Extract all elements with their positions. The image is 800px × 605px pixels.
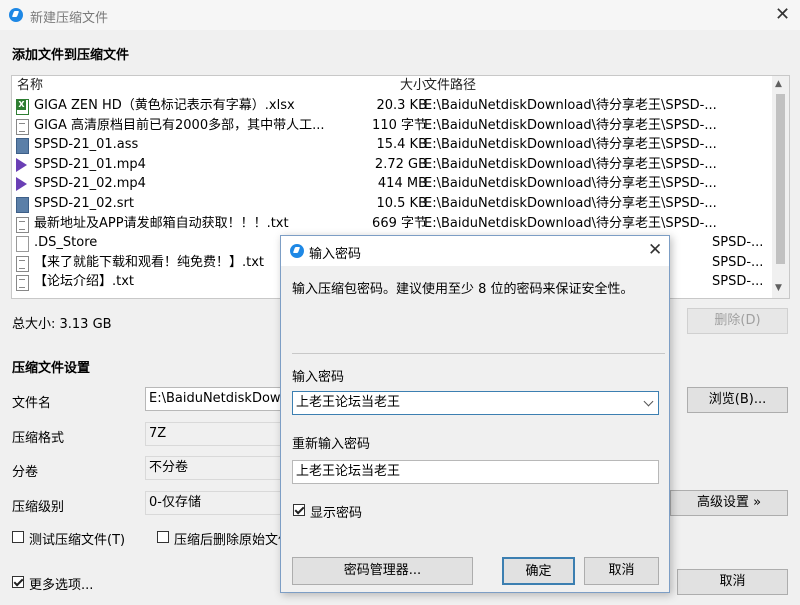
format-select[interactable]: 7Z xyxy=(145,422,285,446)
column-header-size[interactable]: 大小 xyxy=(400,76,426,96)
ok-button[interactable]: 确定 xyxy=(502,557,575,585)
text-file-icon xyxy=(16,255,29,272)
file-size: 669 字节 xyxy=(372,215,427,231)
file-name: SPSD-21_01.ass xyxy=(34,137,139,153)
delete-button[interactable]: 删除(D) xyxy=(687,308,788,334)
text-file-icon xyxy=(16,216,29,233)
show-password-label[interactable]: 显示密码 xyxy=(310,502,362,521)
password-manager-button[interactable]: 密码管理器... xyxy=(292,557,473,585)
file-size: 2.72 GB xyxy=(374,156,427,172)
text-file-icon xyxy=(16,118,29,135)
more-options-label[interactable]: 更多选项... xyxy=(29,574,93,593)
dialog-description: 输入压缩包密码。建议使用至少 8 位的密码来保证安全性。 xyxy=(292,282,634,297)
file-row[interactable]: GIGA ZEN HD（黄色标记表示有字幕）.xlsx 20.3 KBE:\Bai… xyxy=(12,96,772,116)
filename-input[interactable]: E:\BaiduNetdiskDown xyxy=(145,387,285,411)
total-size: 总大小: 3.13 GB xyxy=(12,317,112,332)
advanced-settings-button[interactable]: 高级设置 » xyxy=(670,490,788,516)
test-archive-label[interactable]: 测试压缩文件(T) xyxy=(29,529,125,548)
delete-after-checkbox[interactable] xyxy=(157,531,169,543)
main-cancel-button[interactable]: 取消 xyxy=(677,569,788,595)
video-file-icon xyxy=(16,157,27,172)
file-path: E:\BaiduNetdiskDownload\待分享老王\SPSD-... xyxy=(424,196,717,211)
file-name: GIGA 高清原档目前已有2000多部，其中带人工... xyxy=(34,117,325,133)
close-icon[interactable]: ✕ xyxy=(775,4,790,25)
dialog-title-bar: 输入密码 ✕ xyxy=(281,236,669,266)
file-row[interactable]: SPSD-21_01.ass 15.4 KB E:\BaiduNetdiskDown… xyxy=(12,135,772,155)
file-row[interactable]: SPSD-21_01.mp4 2.72 GB E:\BaiduNetdiskDown… xyxy=(12,155,772,175)
dialog-cancel-button[interactable]: 取消 xyxy=(584,557,659,585)
dialog-logo-icon xyxy=(290,244,304,258)
dialog-close-icon[interactable]: ✕ xyxy=(648,240,662,260)
show-password-checkbox[interactable] xyxy=(293,504,305,516)
file-size: 20.3 KB xyxy=(376,98,427,113)
scrollbar-thumb[interactable] xyxy=(776,94,785,264)
file-row[interactable]: GIGA 高清原档目前已有2000多部，其中带人工... 110 字节 E:\Bai… xyxy=(12,116,772,136)
level-label: 压缩级别 xyxy=(12,500,65,515)
file-path: E:\BaiduNetdiskDownload\待分享老王\SPSD-... xyxy=(424,176,717,192)
scroll-down-icon[interactable]: ▼ xyxy=(775,283,782,293)
dialog-divider xyxy=(292,353,665,354)
password-input[interactable]: 上老王论坛当老王 xyxy=(292,391,659,415)
chevron-down-icon[interactable] xyxy=(643,396,654,407)
file-size: 10.5 KB xyxy=(376,196,427,211)
file-name: SPSD-21_02.srt xyxy=(34,196,134,211)
confirm-password-input[interactable]: 上老王论坛当老王 xyxy=(292,460,659,484)
password-value: 上老王论坛当老王 xyxy=(296,395,401,410)
level-select[interactable]: 0-仅存储 xyxy=(145,491,285,515)
more-options-checkbox[interactable] xyxy=(12,576,24,588)
format-label: 压缩格式 xyxy=(12,431,65,446)
video-file-icon xyxy=(16,177,27,192)
file-name: 最新地址及APP请发邮箱自动获取！！！.txt xyxy=(34,215,289,231)
browse-button[interactable]: 浏览(B)... xyxy=(687,387,788,413)
file-row[interactable]: SPSD-21_02.mp4 414 MB E:\BaiduNetdiskDownl… xyxy=(12,174,772,194)
text-file-icon xyxy=(16,275,29,292)
file-path: E:\BaiduNetdiskDownload\待分享老王\SPSD-... xyxy=(424,215,717,231)
test-archive-checkbox[interactable] xyxy=(12,531,24,543)
file-path: E:\BaiduNetdiskDownload\待分享老王\SPSD-... xyxy=(424,117,717,133)
column-header-path[interactable]: 文件路径 xyxy=(424,76,476,96)
split-select[interactable]: 不分卷 xyxy=(145,456,285,480)
subtitle-file-icon xyxy=(16,138,29,155)
scroll-up-icon[interactable]: ▲ xyxy=(775,79,782,89)
file-path: E:\BaiduNetdiskDownload\待分享老王\SPSD-... xyxy=(424,156,717,172)
filename-label: 文件名 xyxy=(12,396,52,411)
password-label: 输入密码 xyxy=(292,370,345,385)
window-title: 新建压缩文件 xyxy=(30,11,109,26)
subtitle-file-icon xyxy=(16,197,29,213)
delete-after-label[interactable]: 压缩后删除原始文件 xyxy=(174,529,280,548)
file-size: 110 字节 xyxy=(372,117,427,133)
file-name: SPSD-21_01.mp4 xyxy=(34,156,146,172)
section-settings: 压缩文件设置 xyxy=(12,361,91,376)
file-name: SPSD-21_02.mp4 xyxy=(34,176,146,192)
file-list-scrollbar[interactable]: ▲ ▼ xyxy=(772,76,789,298)
dialog-title: 输入密码 xyxy=(309,247,362,262)
title-bar: 新建压缩文件 ✕ xyxy=(0,0,800,30)
file-path: E:\BaiduNetdiskDownload\待分享老王\SPSD-... xyxy=(424,137,717,153)
file-size: 414 MB xyxy=(377,176,427,192)
confirm-password-label: 重新输入密码 xyxy=(292,437,371,452)
blank-file-icon xyxy=(16,236,29,253)
file-size: 15.4 KB xyxy=(376,137,427,153)
column-header-name[interactable]: 名称 xyxy=(17,76,43,96)
file-row[interactable]: SPSD-21_02.srt 10.5 KB E:\BaiduNetdiskDown… xyxy=(12,194,772,214)
section-add-files: 添加文件到压缩文件 xyxy=(12,48,130,63)
excel-file-icon xyxy=(16,99,29,115)
split-label: 分卷 xyxy=(12,465,39,480)
file-row[interactable]: 最新地址及APP请发邮箱自动获取！！！.txt 669 字节 E:\BaiduNet… xyxy=(12,214,772,234)
file-name: GIGA ZEN HD（黄色标记表示有字幕）.xlsx xyxy=(34,98,295,113)
password-dialog: 输入密码 ✕ 输入压缩包密码。建议使用至少 8 位的密码来保证安全性。 输入密码… xyxy=(280,235,670,593)
file-path: E:\BaiduNetdiskDownload\待分享老王\SPSD-... xyxy=(424,98,717,113)
app-logo-icon xyxy=(9,8,23,22)
